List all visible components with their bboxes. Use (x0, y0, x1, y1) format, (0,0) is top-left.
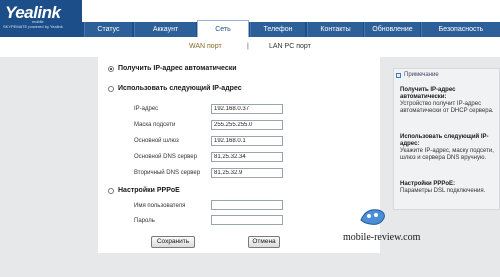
pppoe-password-input[interactable] (211, 215, 283, 225)
tab-security[interactable]: Безопасность (421, 22, 500, 37)
secondary-dns-input[interactable] (211, 168, 283, 178)
watermark: mobile-review.com (343, 232, 421, 243)
tab-contacts[interactable]: Контакты (307, 22, 363, 37)
gateway-input[interactable] (211, 136, 283, 146)
secondary-dns-label: Вторичный DNS сервер (134, 170, 201, 176)
logo-sub-bottom: SKYPEMATE powered by Yealink (3, 24, 63, 29)
ip-address-label: IP-адрес (134, 106, 159, 112)
pppoe-option[interactable]: Настройки PPPoE (108, 187, 180, 194)
dhcp-option[interactable]: Получить IP-адрес автоматически (108, 65, 237, 72)
primary-dns-input[interactable] (211, 152, 283, 162)
note-icon (396, 72, 401, 78)
static-ip-radio[interactable] (108, 85, 114, 92)
note-static-text: Укажите IP-адрес, маску подсети, шлюз и … (400, 148, 494, 161)
static-ip-label: Использовать следующий IP-адрес (118, 85, 242, 92)
dhcp-label: Получить IP-адрес автоматически (118, 65, 237, 72)
pppoe-username-label: Имя пользователя (134, 203, 186, 209)
subnet-mask-input[interactable] (211, 120, 283, 130)
note-pppoe-text: Параметры DSL подключения. (400, 188, 486, 194)
ip-address-input[interactable] (211, 104, 283, 114)
tab-phone[interactable]: Телефон (250, 22, 305, 37)
note-dhcp-text: Устройство получит IP-адрес автоматическ… (400, 101, 494, 114)
tab-update[interactable]: Обновление (364, 22, 420, 37)
dhcp-radio[interactable] (108, 65, 114, 72)
subnav-separator: | (247, 43, 249, 50)
static-ip-option[interactable]: Использовать следующий IP-адрес (108, 85, 242, 92)
mobile-review-logo (360, 209, 385, 225)
pppoe-password-label: Пароль (134, 218, 155, 224)
note-header-label: Примечание (404, 72, 439, 78)
note-pppoe-title: Настройки PPPoE: (400, 181, 455, 187)
subnav-lan-pc-port[interactable]: LAN PC порт (269, 43, 311, 50)
pppoe-radio[interactable] (108, 187, 114, 194)
yealink-logo: Yealink mobile SKYPEMATE powered by Yeal… (0, 0, 82, 37)
note-header: Примечание (396, 72, 439, 78)
pppoe-label: Настройки PPPoE (118, 187, 180, 194)
tab-status[interactable]: Статус (84, 22, 132, 37)
cancel-button[interactable]: Отмена (248, 236, 280, 248)
subnav-wan-port[interactable]: WAN порт (189, 43, 222, 50)
gateway-label: Основной шлюз (134, 138, 179, 144)
pppoe-username-input[interactable] (211, 200, 283, 210)
primary-dns-label: Основной DNS сервер (134, 154, 197, 160)
subnet-mask-label: Маска подсети (134, 122, 176, 128)
subnav: WAN порт | LAN PC порт (82, 37, 500, 57)
note-dhcp-title: Получить IP-адрес автоматически: (400, 87, 456, 100)
tab-account[interactable]: Аккаунт (134, 22, 196, 37)
save-button[interactable]: Сохранить (151, 236, 195, 248)
note-static-title: Использовать следующий IP-адрес: (400, 134, 489, 147)
tab-network[interactable]: Сеть (197, 20, 249, 37)
